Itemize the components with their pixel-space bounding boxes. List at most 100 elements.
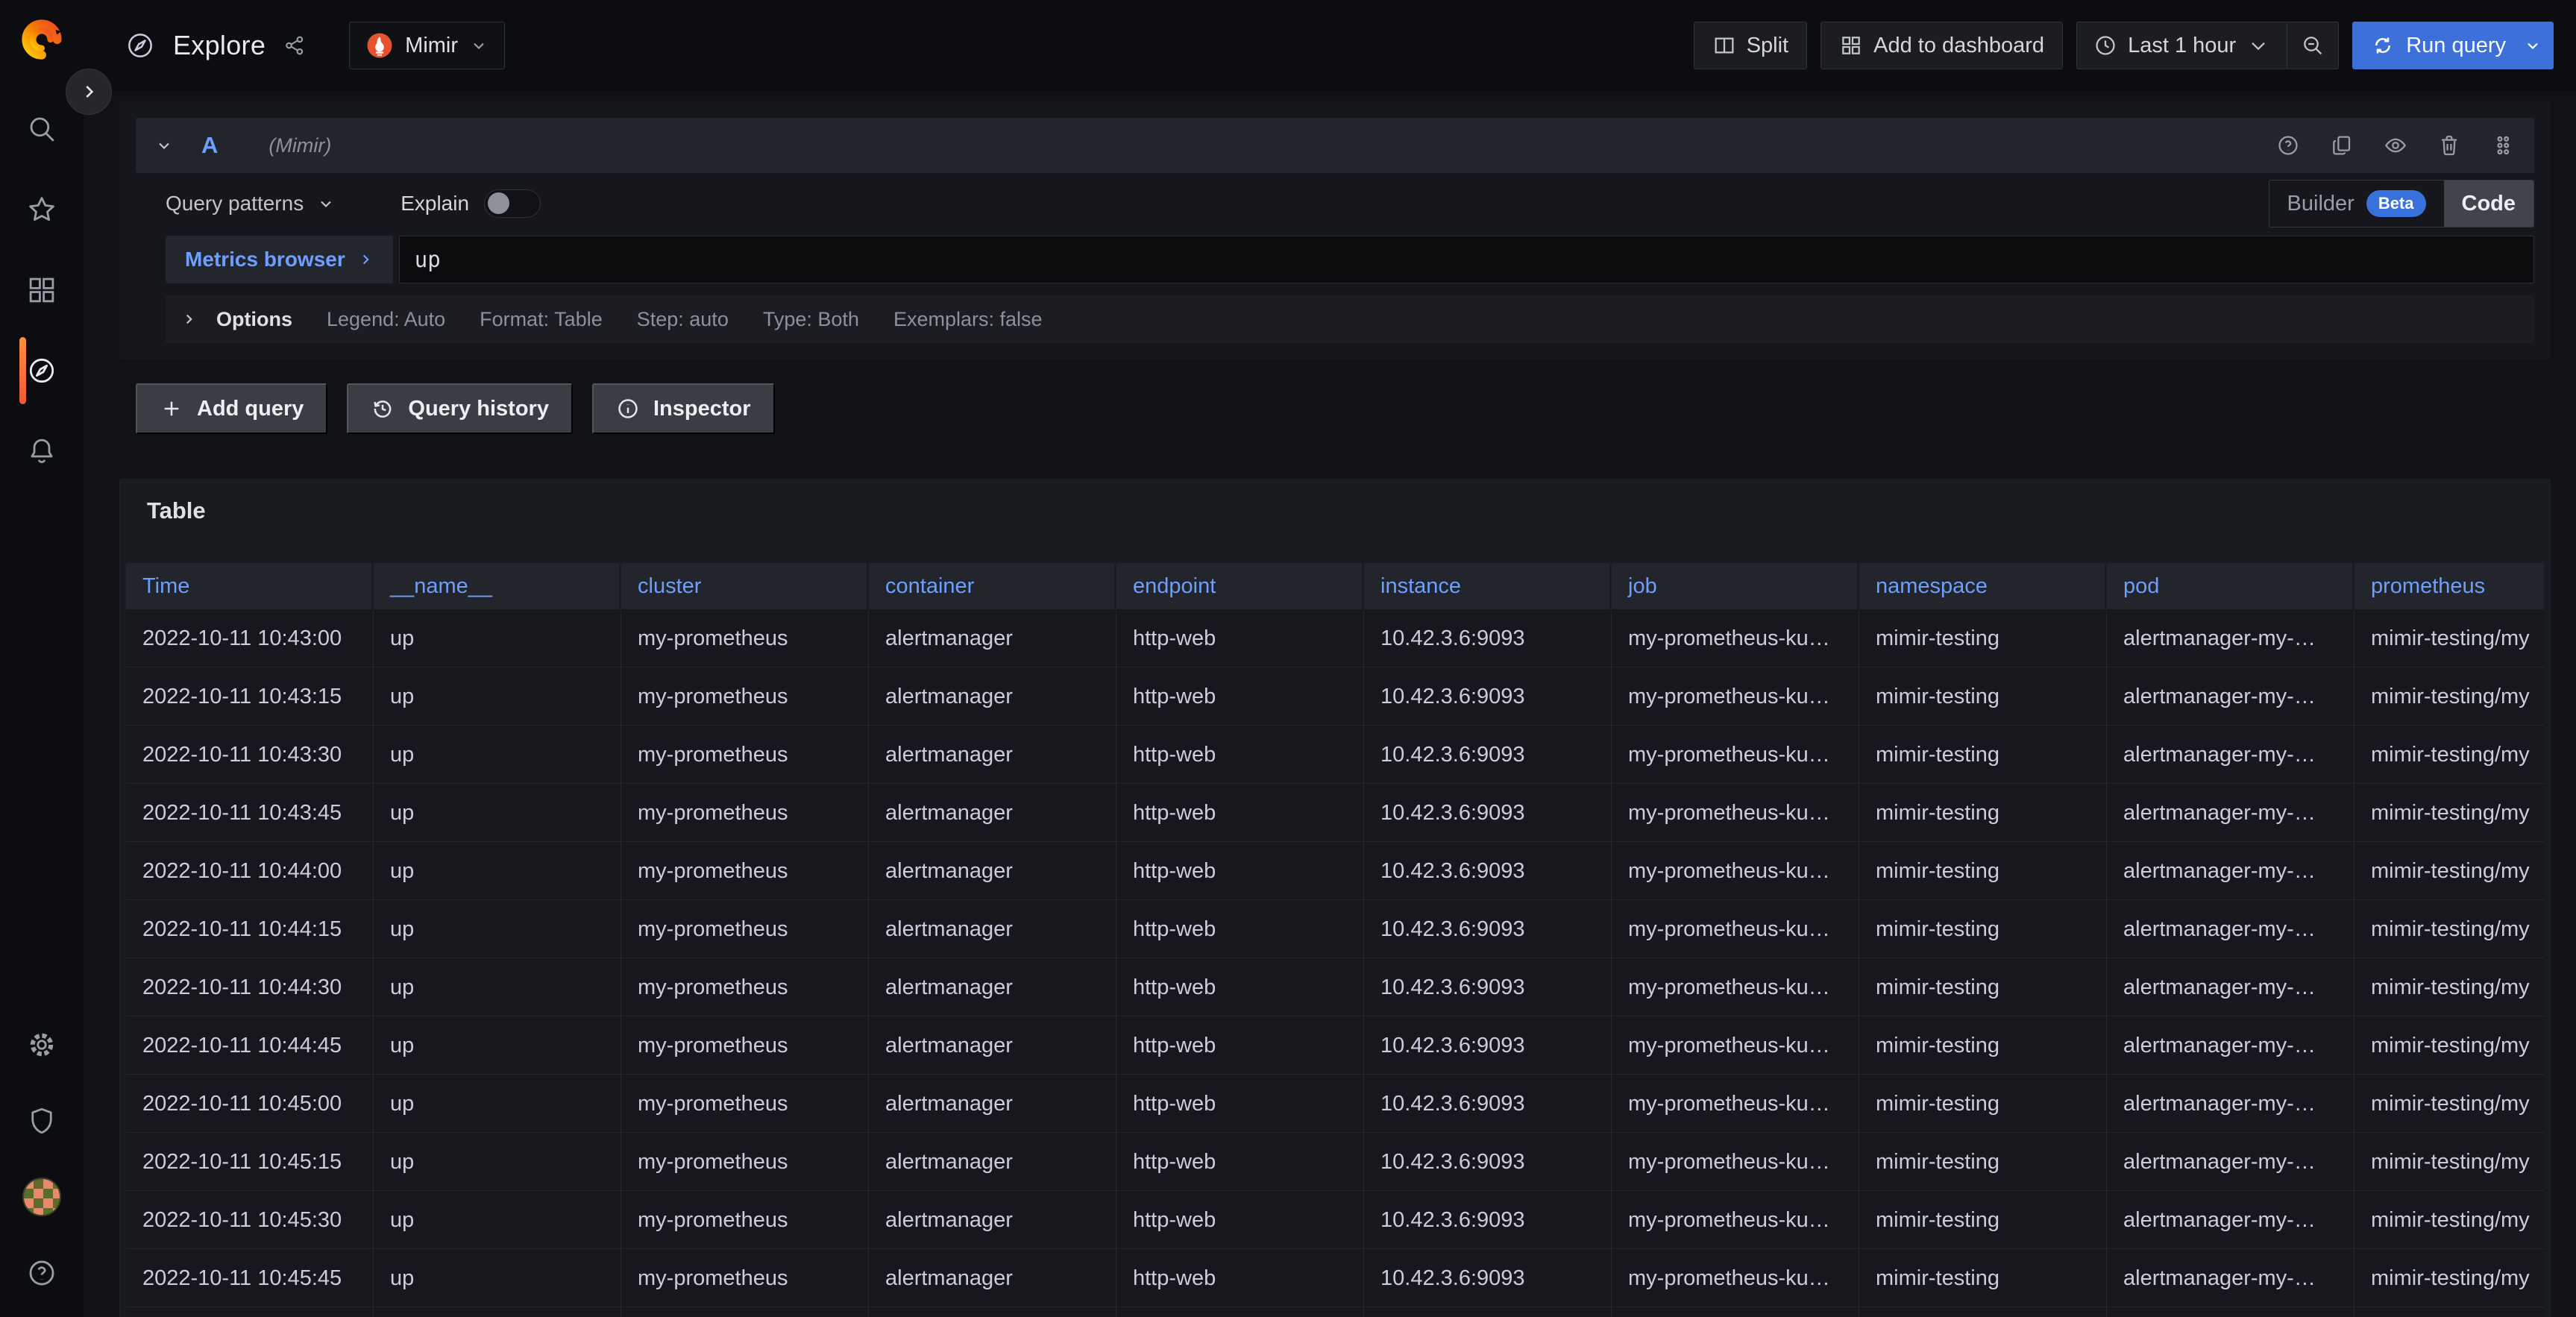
table-cell: mimir-testing [1859, 726, 2107, 784]
table-cell: alertmanager-my-… [2107, 958, 2354, 1016]
table-cell: http-web [1116, 900, 1364, 958]
datasource-picker[interactable]: Mimir [349, 22, 505, 69]
query-row-header[interactable]: A (Mimir) [136, 118, 2534, 173]
query-history-button[interactable]: Query history [347, 383, 573, 434]
sidebar-item-favorites[interactable] [0, 192, 84, 227]
table-cell: up [374, 958, 621, 1016]
builder-mode-button[interactable]: Builder Beta [2269, 180, 2444, 227]
table-cell: alertmanager-my-… [2107, 1075, 2354, 1133]
run-query-dropdown[interactable] [2515, 22, 2554, 69]
query-help-icon[interactable] [2276, 133, 2300, 157]
sidebar-item-profile[interactable] [0, 1180, 84, 1214]
sidebar-item-search[interactable] [0, 112, 84, 146]
table-cell: alertmanager [869, 958, 1116, 1016]
table-cell: mimir-testing/my [2354, 900, 2544, 958]
table-cell-partial [374, 1307, 621, 1317]
collapse-query-icon[interactable] [155, 136, 173, 154]
user-avatar [22, 1178, 61, 1216]
chevron-right-icon [357, 251, 374, 268]
table-cell: my-prometheus [621, 1249, 869, 1307]
add-query-button[interactable]: Add query [136, 383, 327, 434]
table-cell: mimir-testing [1859, 900, 2107, 958]
table-cell: 10.42.3.6:9093 [1364, 667, 1612, 726]
metrics-browser-button[interactable]: Metrics browser [166, 236, 393, 283]
table-cell: my-prometheus [621, 667, 869, 726]
explain-toggle[interactable] [484, 189, 541, 218]
column-header[interactable]: namespace [1859, 563, 2107, 609]
table-cell: up [374, 609, 621, 667]
split-button[interactable]: Split [1694, 22, 1807, 69]
table-cell: http-web [1116, 1075, 1364, 1133]
table-cell: mimir-testing/my [2354, 1075, 2544, 1133]
column-header[interactable]: instance [1364, 563, 1612, 609]
zoom-out-button[interactable] [2287, 22, 2338, 69]
table-cell: http-web [1116, 1133, 1364, 1191]
chevron-down-icon [317, 195, 335, 213]
inspector-button[interactable]: Inspector [592, 383, 775, 434]
clock-icon [2093, 34, 2117, 57]
table-cell: up [374, 1249, 621, 1307]
delete-query-trash-icon[interactable] [2437, 133, 2461, 157]
sidebar-item-dashboards[interactable] [0, 273, 84, 307]
datasource-name: Mimir [405, 34, 458, 58]
table-cell: my-prometheus [621, 1133, 869, 1191]
query-options-row[interactable]: Options Legend: Auto Format: Table Step:… [166, 295, 2534, 343]
table-cell: up [374, 900, 621, 958]
sidebar-item-explore[interactable] [0, 353, 84, 388]
column-header[interactable]: pod [2107, 563, 2354, 609]
table-cell: my-prometheus-ku… [1612, 784, 1859, 842]
column-header[interactable]: container [869, 563, 1116, 609]
option-type: Type: Both [763, 308, 859, 331]
sidebar-item-help[interactable] [0, 1256, 84, 1290]
table-cell: 10.42.3.6:9093 [1364, 784, 1612, 842]
column-header[interactable]: prometheus [2354, 563, 2544, 609]
table-cell: 10.42.3.6:9093 [1364, 609, 1612, 667]
table-cell: mimir-testing/my [2354, 784, 2544, 842]
time-range-picker[interactable]: Last 1 hour [2077, 22, 2287, 69]
column-header[interactable]: __name__ [374, 563, 621, 609]
table-cell: alertmanager [869, 842, 1116, 900]
table-cell: http-web [1116, 1016, 1364, 1075]
table-cell: mimir-testing [1859, 842, 2107, 900]
query-patterns-button[interactable]: Query patterns [166, 192, 335, 216]
table-cell: mimir-testing/my [2354, 842, 2544, 900]
table-cell: 10.42.3.6:9093 [1364, 842, 1612, 900]
table-cell: alertmanager-my-… [2107, 1249, 2354, 1307]
drag-handle-icon[interactable] [2491, 133, 2515, 157]
table-cell: 10.42.3.6:9093 [1364, 1075, 1612, 1133]
table-cell: alertmanager-my-… [2107, 726, 2354, 784]
explore-content: A (Mimir) Query patterns Explain Bui [84, 0, 2576, 1317]
help-circle-icon [26, 1257, 57, 1289]
search-icon [26, 113, 57, 145]
beta-badge: Beta [2366, 190, 2426, 217]
sidebar-item-settings[interactable] [0, 1028, 84, 1062]
table-cell: mimir-testing/my [2354, 1191, 2544, 1249]
query-ref-id[interactable]: A [201, 132, 218, 159]
query-code-input[interactable] [399, 236, 2534, 283]
sidebar-item-server-admin[interactable] [0, 1104, 84, 1138]
table-cell: mimir-testing [1859, 667, 2107, 726]
column-header[interactable]: endpoint [1116, 563, 1364, 609]
duplicate-query-icon[interactable] [2330, 133, 2354, 157]
table-cell: 2022-10-11 10:44:45 [126, 1016, 374, 1075]
column-header[interactable]: Time [126, 563, 374, 609]
share-icon[interactable] [283, 34, 306, 57]
grafana-logo-icon[interactable] [19, 16, 65, 63]
table-cell: my-prometheus-ku… [1612, 1133, 1859, 1191]
column-header[interactable]: cluster [621, 563, 869, 609]
column-header[interactable]: job [1612, 563, 1859, 609]
table-cell: http-web [1116, 726, 1364, 784]
table-cell: 10.42.3.6:9093 [1364, 1016, 1612, 1075]
toggle-knob [488, 192, 509, 214]
expand-sidebar-button[interactable] [66, 69, 112, 115]
table-cell: alertmanager [869, 609, 1116, 667]
run-query-button[interactable]: Run query [2352, 22, 2554, 69]
add-to-dashboard-button[interactable]: Add to dashboard [1821, 22, 2063, 69]
table-cell: alertmanager [869, 1249, 1116, 1307]
table-cell: 10.42.3.6:9093 [1364, 726, 1612, 784]
table-cell: 2022-10-11 10:45:30 [126, 1191, 374, 1249]
sidebar-item-alerting[interactable] [0, 434, 84, 468]
sidebar-nav [0, 112, 84, 468]
code-mode-button[interactable]: Code [2444, 180, 2534, 227]
toggle-visibility-eye-icon[interactable] [2384, 133, 2407, 157]
